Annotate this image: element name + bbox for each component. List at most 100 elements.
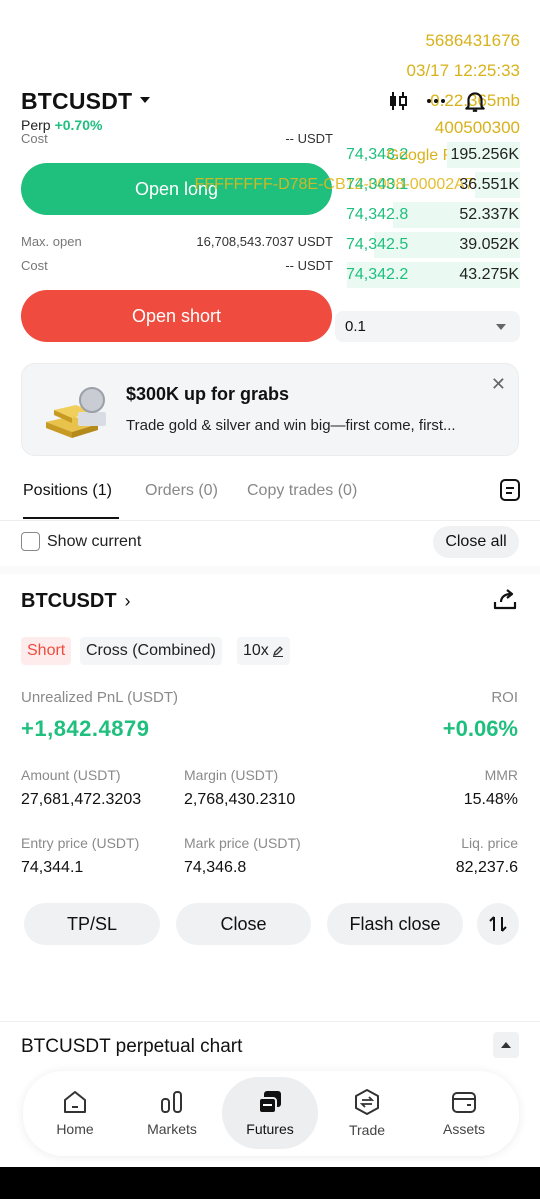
cost-value: -- USDT xyxy=(285,258,333,273)
amount-label: Amount (USDT) xyxy=(21,767,121,783)
max-open-value: 16,708,543.7037 USDT xyxy=(196,234,333,249)
trade-icon xyxy=(355,1089,379,1115)
show-current-label: Show current xyxy=(47,532,142,550)
depth-select[interactable]: 0.1 xyxy=(335,311,520,342)
markets-icon xyxy=(161,1091,182,1113)
nav-label: Assets xyxy=(442,1121,485,1137)
book-price: 74,343.2 xyxy=(346,146,409,163)
mark-price-value: 74,346.8 xyxy=(184,859,247,876)
order-book-row[interactable]: 74,342.5 39.052K xyxy=(338,230,520,260)
liq-price-value: 82,237.6 xyxy=(455,859,518,876)
cost-row-short: Cost -- USDT xyxy=(21,258,333,273)
max-open-row: Max. open 16,708,543.7037 USDT xyxy=(21,234,333,249)
divider xyxy=(0,520,540,521)
leverage-value: 10x xyxy=(243,642,269,659)
cost-value: -- USDT xyxy=(285,131,333,146)
book-quantity: 52.337K xyxy=(459,206,519,223)
position-symbol: BTCUSDT xyxy=(21,590,117,612)
nav-markets[interactable]: Markets xyxy=(124,1077,220,1149)
more-icon[interactable] xyxy=(424,89,448,113)
leverage-badge[interactable]: 10x xyxy=(237,637,290,665)
caret-down-icon xyxy=(140,96,151,103)
book-quantity: 39.052K xyxy=(459,236,519,253)
share-icon[interactable] xyxy=(492,588,518,617)
show-current-toggle[interactable]: Show current xyxy=(21,532,141,551)
chart-section-title: BTCUSDT perpetual chart xyxy=(21,1036,243,1057)
promo-banner[interactable]: $300K up for grabs Trade gold & silver a… xyxy=(21,363,519,456)
roi-label: ROI xyxy=(491,689,518,706)
close-icon[interactable]: ✕ xyxy=(491,374,506,395)
tab-orders[interactable]: Orders (0) xyxy=(145,482,218,500)
candlestick-icon[interactable] xyxy=(386,89,410,113)
cost-row-long: Cost -- USDT xyxy=(21,131,333,146)
order-book-row[interactable]: 74,342.2 43.275K xyxy=(338,260,520,290)
book-price: 74,342.8 xyxy=(346,206,409,223)
order-book-row[interactable]: 74,343.1 36.551K xyxy=(338,170,520,200)
banner-title: $300K up for grabs xyxy=(126,384,290,404)
roi-value: +0.06% xyxy=(442,716,518,741)
book-price: 74,342.5 xyxy=(346,236,409,253)
cost-label: Cost xyxy=(21,258,48,273)
tab-underline xyxy=(23,517,119,519)
overlay-id: 5686431676 xyxy=(425,31,520,50)
book-price: 74,343.1 xyxy=(346,176,409,193)
margin-label: Margin (USDT) xyxy=(184,767,279,783)
book-quantity: 195.256K xyxy=(450,146,519,163)
nav-label: Home xyxy=(56,1121,94,1137)
edit-icon xyxy=(272,646,283,657)
symbol-name: BTCUSDT xyxy=(21,88,133,114)
home-icon xyxy=(64,1091,86,1113)
tab-copy-trades[interactable]: Copy trades (0) xyxy=(247,482,357,500)
max-open-label: Max. open xyxy=(21,234,82,249)
overlay-code: 400500300 xyxy=(434,118,520,137)
pnl-value: +1,842.4879 xyxy=(21,716,150,741)
chevron-right-icon: › xyxy=(124,591,131,611)
futures-icon xyxy=(258,1091,281,1114)
order-book-row[interactable]: 74,342.8 52.337K xyxy=(338,200,520,230)
side-badge: Short xyxy=(21,637,72,665)
cost-label: Cost xyxy=(21,131,48,146)
entry-price-label: Entry price (USDT) xyxy=(21,835,140,851)
document-icon[interactable] xyxy=(499,478,521,507)
reverse-position-button[interactable] xyxy=(477,903,519,945)
close-all-button[interactable]: Close all xyxy=(433,526,519,558)
position-tabs: Positions (1) Orders (0) Copy trades (0) xyxy=(21,478,521,520)
bell-icon[interactable] xyxy=(462,88,488,114)
order-book-row[interactable]: 74,343.2 195.256K xyxy=(338,140,520,170)
tab-positions[interactable]: Positions (1) xyxy=(23,482,112,500)
swap-icon xyxy=(489,916,507,932)
nav-assets[interactable]: Assets xyxy=(416,1077,512,1149)
bottom-nav: Home Markets Futures Trade Assets xyxy=(23,1071,519,1156)
mark-price-label: Mark price (USDT) xyxy=(184,835,301,851)
nav-label: Markets xyxy=(147,1121,197,1137)
book-quantity: 43.275K xyxy=(459,266,519,283)
mmr-label: MMR xyxy=(484,767,518,783)
flash-close-button[interactable]: Flash close xyxy=(327,903,463,945)
position-symbol-link[interactable]: BTCUSDT › xyxy=(21,590,131,613)
entry-price-value: 74,344.1 xyxy=(21,859,84,876)
nav-futures[interactable]: Futures xyxy=(222,1077,318,1149)
nav-trade[interactable]: Trade xyxy=(319,1077,415,1149)
banner-subtitle: Trade gold & silver and win big—first co… xyxy=(126,417,456,434)
margin-value: 2,768,430.2310 xyxy=(184,791,296,808)
checkbox[interactable] xyxy=(21,532,40,551)
chevron-down-icon xyxy=(496,323,506,330)
chevron-up-icon xyxy=(501,1042,511,1048)
symbol-selector[interactable]: BTCUSDT xyxy=(21,88,151,115)
divider xyxy=(0,1021,540,1022)
section-separator xyxy=(0,566,540,574)
margin-mode-badge: Cross (Combined) xyxy=(80,637,222,665)
mmr-value: 15.48% xyxy=(463,791,518,808)
tpsl-button[interactable]: TP/SL xyxy=(24,903,160,945)
chart-expand-button[interactable] xyxy=(493,1032,519,1058)
gold-bars-icon xyxy=(42,386,114,443)
order-book: 74,343.2 195.256K 74,343.1 36.551K 74,342.8 5… xyxy=(338,140,520,290)
wallet-icon xyxy=(452,1092,476,1113)
close-button[interactable]: Close xyxy=(176,903,311,945)
book-quantity: 36.551K xyxy=(459,176,519,193)
amount-value: 27,681,472.3203 xyxy=(21,791,142,808)
nav-label: Trade xyxy=(348,1122,386,1138)
nav-home[interactable]: Home xyxy=(27,1077,123,1149)
open-short-button[interactable]: Open short xyxy=(21,290,332,342)
header-icons xyxy=(386,88,488,114)
